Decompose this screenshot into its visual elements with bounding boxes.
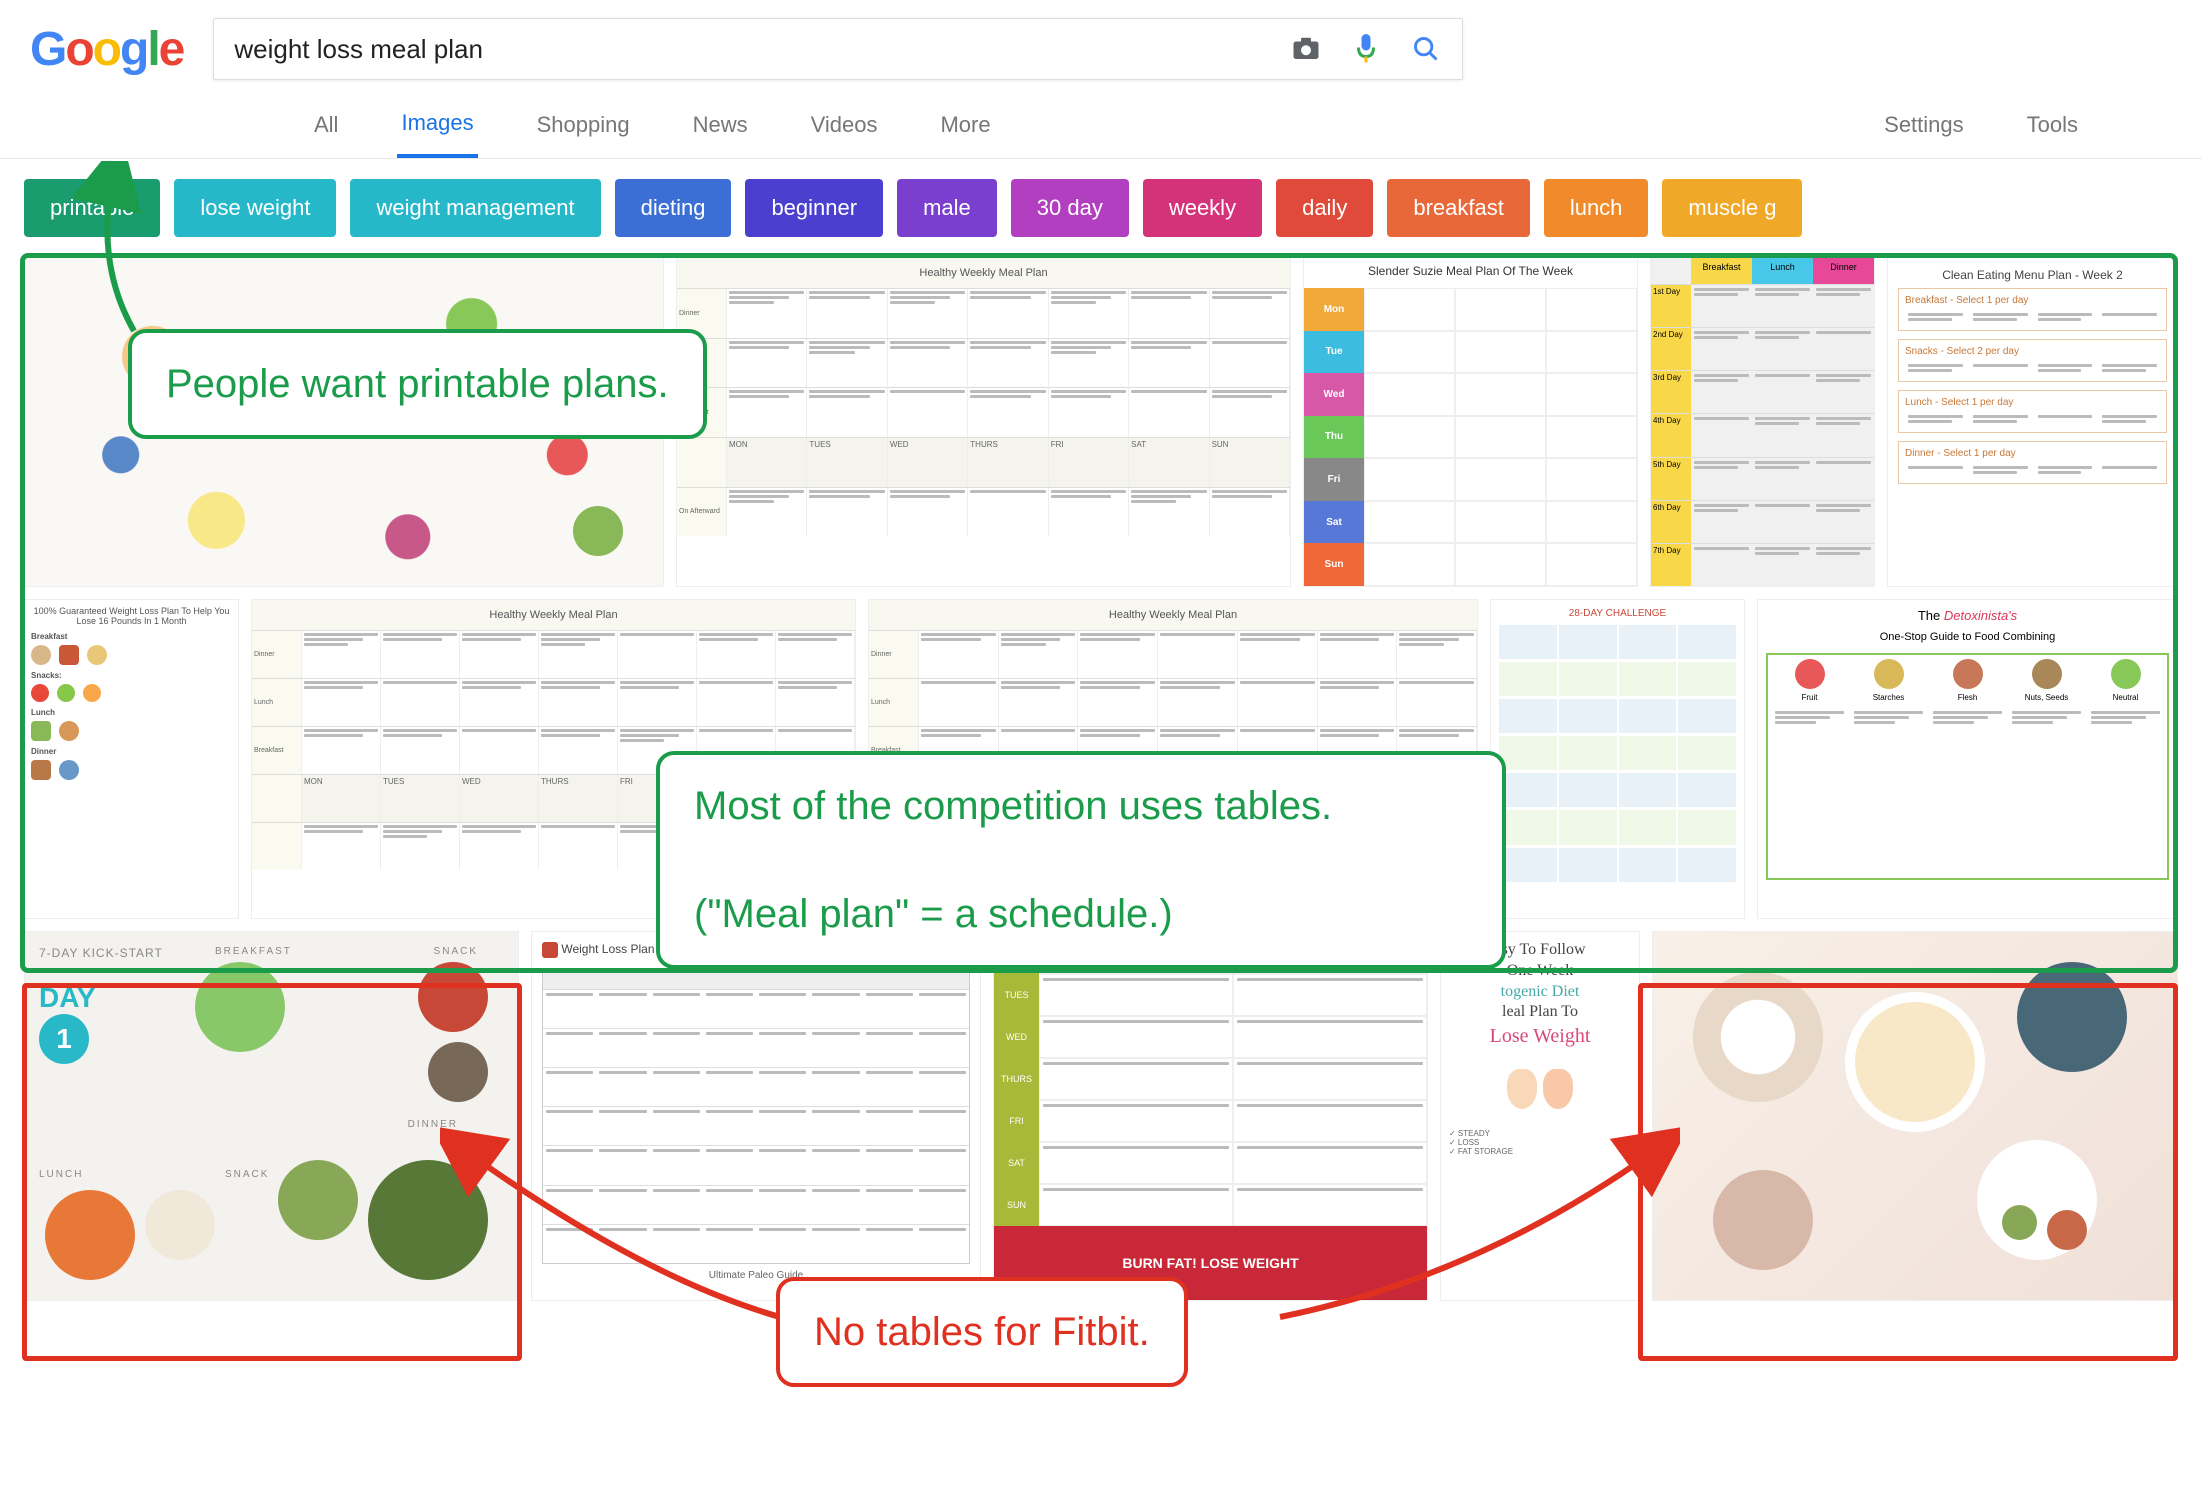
- chip-daily[interactable]: daily: [1276, 179, 1373, 237]
- microphone-icon[interactable]: [1350, 33, 1382, 65]
- result-thumb[interactable]: Healthy Weekly Meal Plan Dinner Lunch Br…: [676, 257, 1291, 587]
- tab-all[interactable]: All: [310, 94, 342, 156]
- result-thumb-fitbit[interactable]: [1652, 931, 2178, 1301]
- chip-lunch[interactable]: lunch: [1544, 179, 1649, 237]
- chip-dieting[interactable]: dieting: [615, 179, 732, 237]
- thumb-title: Healthy Weekly Meal Plan: [869, 600, 1477, 630]
- camera-icon[interactable]: [1290, 33, 1322, 65]
- chip-beginner[interactable]: beginner: [745, 179, 883, 237]
- thumb-title: Weight Loss Plan: [561, 942, 654, 956]
- thumb-title: 28-DAY CHALLENGE: [1499, 608, 1736, 619]
- result-thumb[interactable]: 28-DAY CHALLENGE: [1490, 599, 1745, 919]
- tab-settings[interactable]: Settings: [1880, 94, 1968, 156]
- thumb-title: Healthy Weekly Meal Plan: [677, 258, 1290, 288]
- tab-more[interactable]: More: [936, 94, 994, 156]
- search-box[interactable]: [213, 18, 1463, 80]
- result-thumb[interactable]: The Detoxinista's One-Stop Guide to Food…: [1757, 599, 2178, 919]
- thumb-title: Healthy Weekly Meal Plan: [252, 600, 855, 630]
- chip-male[interactable]: male: [897, 179, 997, 237]
- tab-news[interactable]: News: [689, 94, 752, 156]
- result-thumb[interactable]: 100% Guaranteed Weight Loss Plan To Help…: [24, 599, 239, 919]
- tab-shopping[interactable]: Shopping: [533, 94, 634, 156]
- thumb-title: One-Stop Guide to Food Combining: [1766, 631, 2169, 643]
- annotation-callout-printable: People want printable plans.: [128, 329, 707, 439]
- result-thumb[interactable]: Clean Eating Menu Plan - Week 2 Breakfas…: [1887, 257, 2178, 587]
- search-input[interactable]: [234, 34, 1290, 65]
- tab-tools[interactable]: Tools: [2023, 94, 2082, 156]
- chip-weekly[interactable]: weekly: [1143, 179, 1262, 237]
- tab-videos[interactable]: Videos: [807, 94, 882, 156]
- result-thumb[interactable]: BreakfastLunchDinner 1st Day 2nd Day 3rd…: [1650, 257, 1875, 587]
- search-icons: [1290, 33, 1442, 65]
- search-icon[interactable]: [1410, 33, 1442, 65]
- chip-breakfast[interactable]: breakfast: [1387, 179, 1530, 237]
- result-thumb[interactable]: Slender Suzie Meal Plan Of The Week Mon …: [1303, 257, 1638, 587]
- arrow-icon: [440, 1127, 800, 1347]
- arrow-icon: [74, 161, 204, 341]
- image-results: Healthy Weekly Meal Plan Dinner Lunch Br…: [0, 257, 2202, 1301]
- header: Google: [0, 0, 2202, 92]
- annotation-callout-fitbit: No tables for Fitbit.: [776, 1277, 1188, 1387]
- annotation-callout-tables: Most of the competition uses tables. ("M…: [656, 751, 1506, 969]
- result-row-3: 7-DAY KICK-START DAY 1 BREAKFAST SNACK L…: [24, 931, 2178, 1301]
- refinement-chips: printablelose weightweight managementdie…: [0, 159, 2202, 257]
- arrow-icon: [1260, 1127, 1680, 1347]
- google-logo[interactable]: Google: [30, 22, 183, 77]
- tab-images[interactable]: Images: [397, 92, 477, 158]
- thumb-title: Slender Suzie Meal Plan Of The Week: [1304, 258, 1637, 288]
- thumb-title: 100% Guaranteed Weight Loss Plan To Help…: [31, 606, 232, 626]
- chip-weight-management[interactable]: weight management: [350, 179, 600, 237]
- thumb-title: Clean Eating Menu Plan - Week 2: [1898, 268, 2167, 282]
- search-tabs: All Images Shopping News Videos More Set…: [0, 92, 2202, 159]
- chip-muscle-g[interactable]: muscle g: [1662, 179, 1802, 237]
- chip-30-day[interactable]: 30 day: [1011, 179, 1129, 237]
